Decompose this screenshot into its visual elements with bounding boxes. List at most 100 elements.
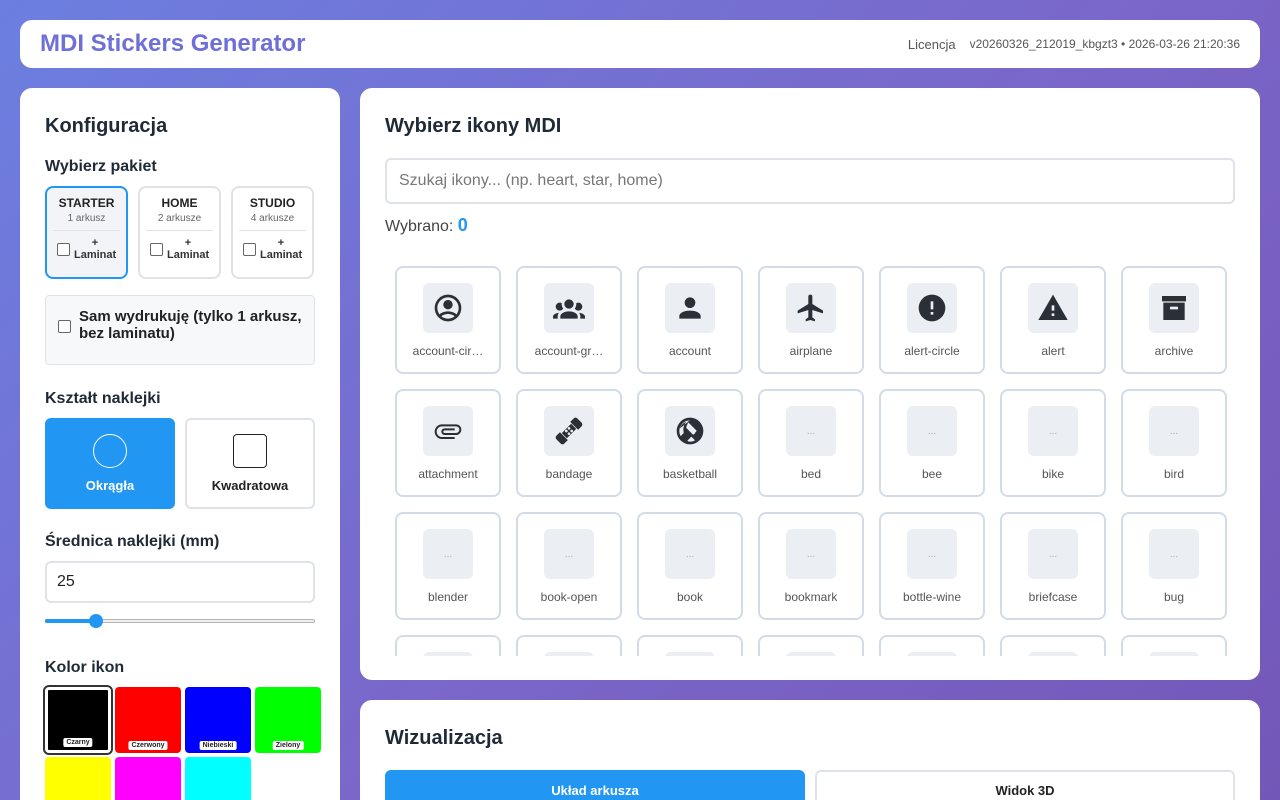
icon-card[interactable]: account-cir… (395, 266, 501, 374)
icon-search-input[interactable] (385, 158, 1235, 204)
laminate-checkbox[interactable] (150, 242, 163, 256)
icon-grid-scroll[interactable]: account-cir… account-gr… account airplane al… (385, 266, 1235, 656)
laminate-option[interactable]: + Laminat (47, 237, 126, 261)
color-swatch[interactable]: Czarny (43, 685, 113, 755)
shape-options: Okrągła Kwadratowa (45, 418, 315, 509)
icon-card[interactable]: ... bee (879, 389, 985, 497)
config-panel: Konfiguracja Wybierz pakiet STARTER 1 ar… (20, 88, 340, 800)
selected-count-value: 0 (457, 215, 468, 235)
shape-label-text: Kwadratowa (211, 478, 289, 493)
icon-name: archive (1154, 344, 1194, 358)
icon-card[interactable]: ... (1000, 635, 1106, 656)
icon-name: alert-circle (904, 344, 960, 358)
color-swatch[interactable] (45, 757, 111, 800)
divider (53, 230, 120, 231)
icon-card[interactable]: ... bookmark (758, 512, 864, 620)
color-swatch[interactable]: Niebieski (185, 687, 251, 753)
placeholder-dots: ... (806, 425, 816, 437)
package-name: STARTER (58, 196, 115, 210)
icon-card[interactable]: account (637, 266, 743, 374)
attachment-icon (423, 406, 473, 456)
package-name: HOME (161, 196, 198, 210)
shape-round-button[interactable]: Okrągła (45, 418, 175, 509)
color-swatch-label: Czerwony (128, 741, 168, 750)
color-swatch-label: Zielony (272, 741, 304, 750)
icon-card[interactable]: ... book-open (516, 512, 622, 620)
package-starter[interactable]: STARTER 1 arkusz + Laminat (45, 186, 128, 279)
icon-card[interactable]: bandage (516, 389, 622, 497)
color-swatch-label: Niebieski (199, 741, 237, 750)
icon-card[interactable]: airplane (758, 266, 864, 374)
color-swatch[interactable]: Czerwony (115, 687, 181, 753)
circle-shape-icon (93, 434, 127, 468)
diameter-slider[interactable] (45, 613, 315, 629)
package-home[interactable]: HOME 2 arkusze + Laminat (138, 186, 221, 279)
icon-card[interactable]: ... (758, 635, 864, 656)
icons-title: Wybierz ikony MDI (385, 115, 562, 137)
color-swatch-label: Czarny (63, 738, 93, 747)
laminate-option[interactable]: + Laminat (233, 237, 312, 261)
icon-name: bug (1163, 590, 1185, 604)
square-shape-icon (233, 434, 267, 468)
basketball-icon (665, 406, 715, 456)
icon-card[interactable]: ... (879, 635, 985, 656)
icon-card[interactable]: ... bike (1000, 389, 1106, 497)
icon-card[interactable]: ... (395, 635, 501, 656)
self-print-option[interactable]: Sam wydrukuję (tylko 1 arkusz, bez lamin… (45, 295, 315, 365)
bandage-icon (544, 406, 594, 456)
icon-card[interactable]: attachment (395, 389, 501, 497)
divider (239, 230, 306, 231)
color-swatch[interactable] (185, 757, 251, 800)
loading-placeholder-icon: ... (665, 529, 715, 579)
color-swatch[interactable] (115, 757, 181, 800)
app-header: MDI Stickers Generator Licencja v2026032… (20, 20, 1260, 68)
icon-card[interactable]: ... (637, 635, 743, 656)
self-print-checkbox[interactable] (58, 320, 71, 333)
icon-card[interactable]: ... briefcase (1000, 512, 1106, 620)
package-sheets: 4 arkusze (250, 213, 295, 224)
laminate-checkbox[interactable] (57, 242, 70, 256)
icon-card[interactable]: ... bed (758, 389, 864, 497)
icon-card[interactable]: basketball (637, 389, 743, 497)
placeholder-dots: ... (1169, 548, 1179, 560)
slider-thumb[interactable] (89, 614, 104, 628)
laminate-label: + Laminat (74, 237, 117, 261)
loading-placeholder-icon: ... (786, 529, 836, 579)
icon-card[interactable]: account-gr… (516, 266, 622, 374)
tab-sheet-layout[interactable]: Układ arkusza (385, 770, 805, 800)
loading-placeholder-icon: ... (907, 406, 957, 456)
archive-icon (1149, 283, 1199, 333)
app-title: MDI Stickers Generator (40, 30, 306, 57)
placeholder-dots: ... (927, 425, 937, 437)
icon-card[interactable]: ... book (637, 512, 743, 620)
loading-placeholder-icon: ... (1028, 529, 1078, 579)
placeholder-dots: ... (564, 548, 574, 560)
selected-count: Wybrano: 0 (385, 215, 1235, 236)
icon-grid: account-cir… account-gr… account airplane al… (385, 266, 1235, 656)
diameter-input[interactable] (45, 561, 315, 603)
shape-square-button[interactable]: Kwadratowa (185, 418, 315, 509)
icon-card[interactable]: ... bottle-wine (879, 512, 985, 620)
laminate-checkbox[interactable] (243, 242, 256, 256)
icon-card[interactable]: alert-circle (879, 266, 985, 374)
icon-card[interactable]: ... (1121, 635, 1227, 656)
loading-placeholder-icon: ... (1028, 652, 1078, 656)
package-studio[interactable]: STUDIO 4 arkusze + Laminat (231, 186, 314, 279)
loading-placeholder-icon: ... (1149, 529, 1199, 579)
laminate-option[interactable]: + Laminat (140, 237, 219, 261)
icon-name: book (676, 590, 704, 604)
icon-card[interactable]: alert (1000, 266, 1106, 374)
tab-3d-view[interactable]: Widok 3D (815, 770, 1235, 800)
license-link[interactable]: Licencja (908, 37, 956, 52)
icon-card[interactable]: ... bug (1121, 512, 1227, 620)
icon-name: attachment (418, 467, 478, 481)
icon-card[interactable]: archive (1121, 266, 1227, 374)
icon-name: bandage (545, 467, 593, 481)
icon-card[interactable]: ... bird (1121, 389, 1227, 497)
color-swatch[interactable]: Zielony (255, 687, 321, 753)
icon-name: alert (1041, 344, 1065, 358)
visualization-title: Wizualizacja (385, 727, 503, 749)
icon-name: blender (427, 590, 469, 604)
icon-card[interactable]: ... blender (395, 512, 501, 620)
icon-card[interactable]: ... (516, 635, 622, 656)
